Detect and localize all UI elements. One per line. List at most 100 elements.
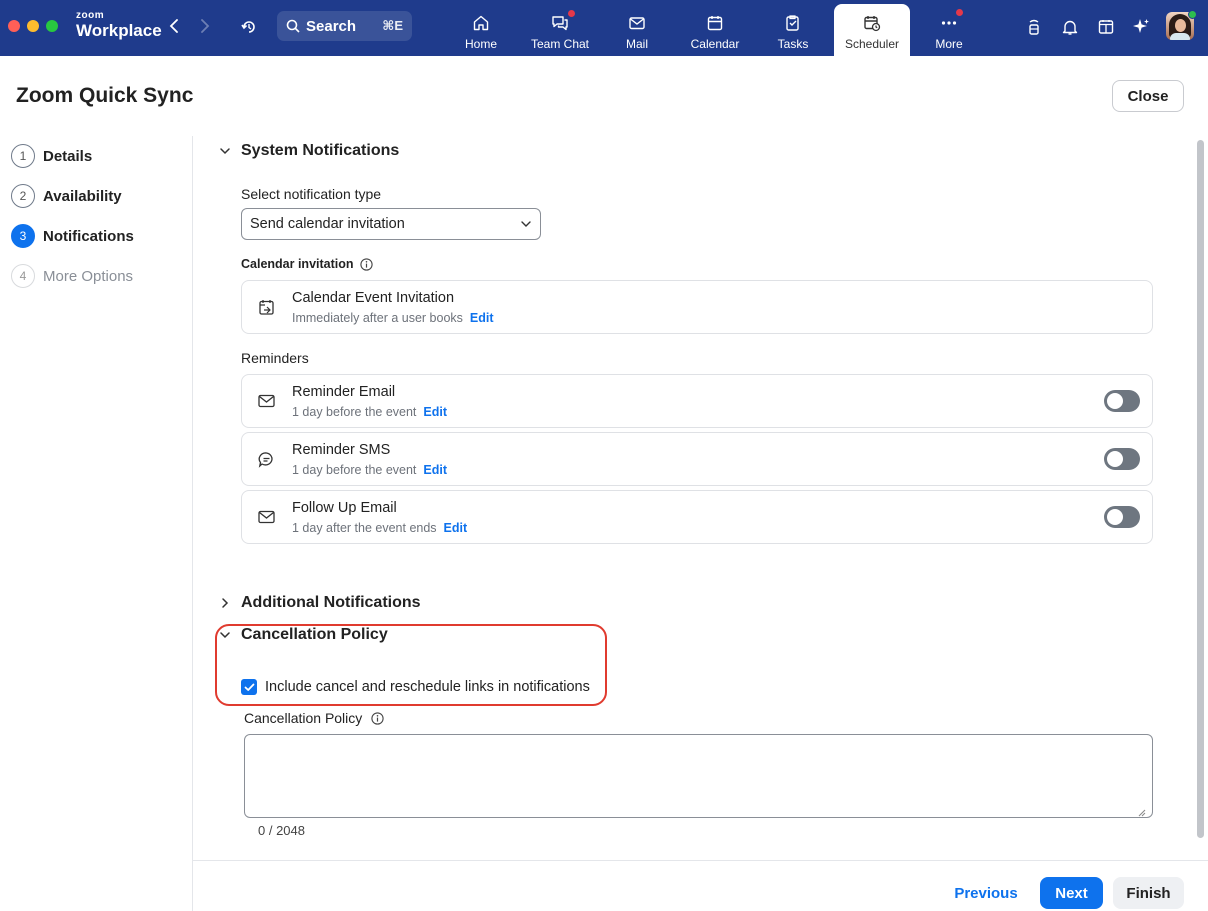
- edit-calendar-invitation-link[interactable]: Edit: [470, 311, 494, 325]
- cancellation-policy-textarea[interactable]: [244, 734, 1153, 818]
- chat-icon: [549, 10, 575, 34]
- online-status-dot: [1188, 10, 1197, 19]
- mail-icon: [257, 508, 275, 526]
- calendar-invitation-heading: Calendar invitation: [241, 257, 373, 271]
- include-cancel-links-checkbox[interactable]: [241, 679, 257, 695]
- chevron-down-icon: [520, 216, 532, 232]
- checkbox-label: Include cancel and reschedule links in n…: [265, 679, 590, 695]
- previous-button[interactable]: Previous: [948, 877, 1024, 909]
- card-title: Reminder Email: [292, 384, 396, 400]
- card-subtitle: 1 day after the event ends Edit: [292, 521, 467, 535]
- tab-team-chat[interactable]: Team Chat: [523, 4, 597, 56]
- info-icon[interactable]: [371, 711, 384, 725]
- sms-icon: [257, 450, 275, 468]
- card-subtitle-text: Immediately after a user books: [292, 311, 463, 325]
- follow-up-email-toggle[interactable]: [1104, 506, 1140, 528]
- tab-mail-label: Mail: [625, 37, 648, 51]
- calendar-event-invitation-card: Calendar Event Invitation Immediately af…: [241, 280, 1153, 334]
- step-more-options[interactable]: 4 More Options: [11, 264, 133, 288]
- tab-mail[interactable]: Mail: [600, 4, 674, 56]
- step-notifications[interactable]: 3 Notifications: [11, 224, 134, 248]
- reminders-heading: Reminders: [241, 350, 309, 366]
- step-number: 3: [11, 224, 35, 248]
- chevron-right-icon: [218, 596, 232, 610]
- notification-type-label: Select notification type: [241, 186, 382, 202]
- reminder-sms-card: Reminder SMS 1 day before the event Edit: [241, 432, 1153, 486]
- reminder-sms-toggle[interactable]: [1104, 448, 1140, 470]
- card-title: Follow Up Email: [292, 500, 397, 516]
- calendar-sync-icon: [257, 298, 275, 316]
- section-title: Additional Notifications: [241, 594, 421, 611]
- search-box[interactable]: Search ⌘E: [277, 11, 412, 41]
- tab-scheduler[interactable]: Scheduler: [834, 4, 910, 56]
- back-arrow-icon[interactable]: [164, 16, 184, 36]
- tab-team-chat-label: Team Chat: [530, 37, 590, 51]
- tab-scheduler-label: Scheduler: [844, 37, 900, 51]
- additional-notifications-header[interactable]: Additional Notifications: [218, 594, 421, 612]
- step-number: 1: [11, 144, 35, 168]
- info-icon[interactable]: [359, 257, 373, 271]
- footer-divider: [193, 860, 1208, 861]
- character-counter: 0 / 2048: [258, 823, 305, 838]
- notification-type-select[interactable]: Send calendar invitation: [241, 208, 541, 240]
- tab-calendar[interactable]: Calendar: [678, 4, 752, 56]
- tasks-icon: [782, 12, 804, 34]
- title-bar: zoom Workplace Search ⌘E Home Team Chat …: [0, 0, 1208, 56]
- section-title: System Notifications: [241, 142, 400, 159]
- tab-more[interactable]: More: [912, 4, 986, 56]
- scrollbar-thumb[interactable]: [1197, 140, 1204, 838]
- search-icon: [286, 19, 300, 33]
- close-button[interactable]: Close: [1112, 80, 1184, 112]
- finish-button[interactable]: Finish: [1113, 877, 1184, 909]
- step-label: Notifications: [43, 227, 134, 245]
- whiteboard-icon[interactable]: [1094, 15, 1118, 39]
- card-subtitle-text: 1 day before the event: [292, 405, 417, 419]
- zoom-workplace-logo: zoom Workplace: [76, 10, 162, 40]
- step-details[interactable]: 1 Details: [11, 144, 92, 168]
- tab-tasks[interactable]: Tasks: [756, 4, 830, 56]
- follow-up-email-card: Follow Up Email 1 day after the event en…: [241, 490, 1153, 544]
- tab-home-label: Home: [464, 37, 497, 51]
- reminder-email-toggle[interactable]: [1104, 390, 1140, 412]
- window-minimize-button[interactable]: [27, 20, 39, 32]
- resize-grip-icon[interactable]: [1138, 804, 1146, 817]
- window-close-button[interactable]: [8, 20, 20, 32]
- step-number: 4: [11, 264, 35, 288]
- step-label: Availability: [43, 187, 122, 205]
- select-value: Send calendar invitation: [250, 216, 405, 232]
- card-subtitle: 1 day before the event Edit: [292, 463, 447, 477]
- ai-companion-sparkle-icon[interactable]: [1129, 15, 1153, 39]
- step-availability[interactable]: 2 Availability: [11, 184, 122, 208]
- more-icon: [938, 9, 963, 34]
- bell-icon[interactable]: [1058, 15, 1082, 39]
- home-icon: [470, 12, 492, 34]
- brand-name-text: Workplace: [76, 21, 162, 40]
- more-badge: [956, 9, 963, 16]
- search-shortcut: ⌘E: [382, 18, 403, 33]
- phone-stack-icon[interactable]: [1022, 15, 1046, 39]
- scheduler-icon: [861, 12, 883, 34]
- search-label: Search: [306, 17, 357, 35]
- chevron-down-icon: [218, 144, 232, 158]
- sidebar-divider: [192, 136, 193, 911]
- card-subtitle: Immediately after a user books Edit: [292, 311, 494, 325]
- system-notifications-header[interactable]: System Notifications: [218, 142, 399, 160]
- edit-reminder-email-link[interactable]: Edit: [423, 405, 447, 419]
- page-title: Zoom Quick Sync: [16, 84, 194, 107]
- card-subtitle: 1 day before the event Edit: [292, 405, 447, 419]
- include-cancel-links-option[interactable]: Include cancel and reschedule links in n…: [241, 679, 590, 695]
- team-chat-badge: [568, 10, 575, 17]
- tab-home[interactable]: Home: [444, 4, 518, 56]
- tab-tasks-label: Tasks: [777, 37, 809, 51]
- edit-follow-up-email-link[interactable]: Edit: [444, 521, 468, 535]
- cancellation-policy-label: Cancellation Policy: [244, 710, 384, 726]
- mail-icon: [626, 12, 648, 34]
- step-label: More Options: [43, 267, 134, 285]
- next-button[interactable]: Next: [1040, 877, 1103, 909]
- card-title: Reminder SMS: [292, 442, 391, 458]
- edit-reminder-sms-link[interactable]: Edit: [423, 463, 447, 477]
- history-icon[interactable]: [238, 16, 260, 38]
- window-zoom-button[interactable]: [46, 20, 58, 32]
- forward-arrow-icon[interactable]: [195, 16, 215, 36]
- step-label: Details: [43, 147, 93, 165]
